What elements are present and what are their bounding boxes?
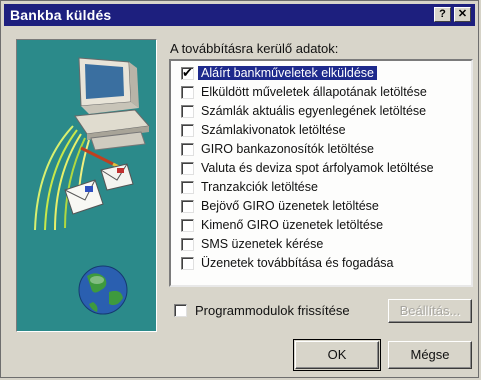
- list-caption: A továbbításra kerülő adatok:: [170, 41, 339, 56]
- checkbox[interactable]: [181, 200, 194, 213]
- module-refresh-checkbox[interactable]: [174, 304, 187, 317]
- window-title: Bankba küldés: [10, 7, 112, 23]
- module-refresh-label[interactable]: Programmodulok frissítése: [195, 303, 350, 318]
- list-item-label: Számlakivonatok letöltése: [201, 123, 346, 137]
- cancel-button[interactable]: Mégse: [388, 341, 472, 369]
- dialog-window: Bankba küldés ? ✕ A továbbításra kerülő …: [0, 0, 479, 378]
- help-button[interactable]: ?: [434, 7, 451, 22]
- list-item-label: GIRO bankazonosítók letöltése: [201, 142, 375, 156]
- list-item[interactable]: GIRO bankazonosítók letöltése: [177, 141, 467, 160]
- globe-icon: [78, 265, 128, 315]
- list-item[interactable]: Elküldött műveletek állapotának letöltés…: [177, 84, 467, 103]
- checkbox[interactable]: [181, 143, 194, 156]
- computer-globe-illustration: [34, 57, 150, 315]
- list-item[interactable]: Üzenetek továbbítása és fogadása: [177, 255, 467, 274]
- checkbox[interactable]: [181, 105, 194, 118]
- checkbox[interactable]: [181, 238, 194, 251]
- checkbox[interactable]: [181, 86, 194, 99]
- checkbox[interactable]: [181, 162, 194, 175]
- list-item[interactable]: Valuta és deviza spot árfolyamok letölté…: [177, 160, 467, 179]
- list-item[interactable]: Aláírt bankműveletek elküldése: [177, 65, 467, 84]
- list-item-label: Számlák aktuális egyenlegének letöltése: [201, 104, 427, 118]
- envelope-icon: [64, 163, 134, 215]
- list-item-label: SMS üzenetek kérése: [201, 237, 324, 251]
- checkbox[interactable]: [181, 219, 194, 232]
- title-bar[interactable]: Bankba küldés ? ✕: [4, 4, 475, 26]
- checkbox[interactable]: [181, 257, 194, 270]
- data-checklist[interactable]: Aláírt bankműveletek elküldése Elküldött…: [169, 59, 473, 287]
- list-item-label: Bejövő GIRO üzenetek letöltése: [201, 199, 379, 213]
- computer-icon: [74, 57, 150, 151]
- list-item[interactable]: Számlakivonatok letöltése: [177, 122, 467, 141]
- checkbox[interactable]: [181, 65, 194, 81]
- list-item[interactable]: SMS üzenetek kérése: [177, 236, 467, 255]
- list-item[interactable]: Számlák aktuális egyenlegének letöltése: [177, 103, 467, 122]
- settings-button[interactable]: Beállítás...: [388, 299, 472, 323]
- list-item[interactable]: Tranzakciók letöltése: [177, 179, 467, 198]
- list-item-label: Valuta és deviza spot árfolyamok letölté…: [201, 161, 434, 175]
- signal-arcs-icon: [34, 125, 90, 231]
- ok-button[interactable]: OK: [293, 339, 381, 371]
- illustration-panel: [16, 39, 157, 332]
- list-item-label: Kimenő GIRO üzenetek letöltése: [201, 218, 384, 232]
- checkbox[interactable]: [181, 181, 194, 194]
- list-item-label: Elküldött műveletek állapotának letöltés…: [201, 85, 427, 99]
- list-item[interactable]: Kimenő GIRO üzenetek letöltése: [177, 217, 467, 236]
- list-item[interactable]: Bejövő GIRO üzenetek letöltése: [177, 198, 467, 217]
- list-item-label: Tranzakciók letöltése: [201, 180, 318, 194]
- close-button[interactable]: ✕: [454, 7, 471, 22]
- list-item-label: Aláírt bankműveletek elküldése: [198, 66, 378, 80]
- checkbox[interactable]: [181, 124, 194, 137]
- list-item-label: Üzenetek továbbítása és fogadása: [201, 256, 394, 270]
